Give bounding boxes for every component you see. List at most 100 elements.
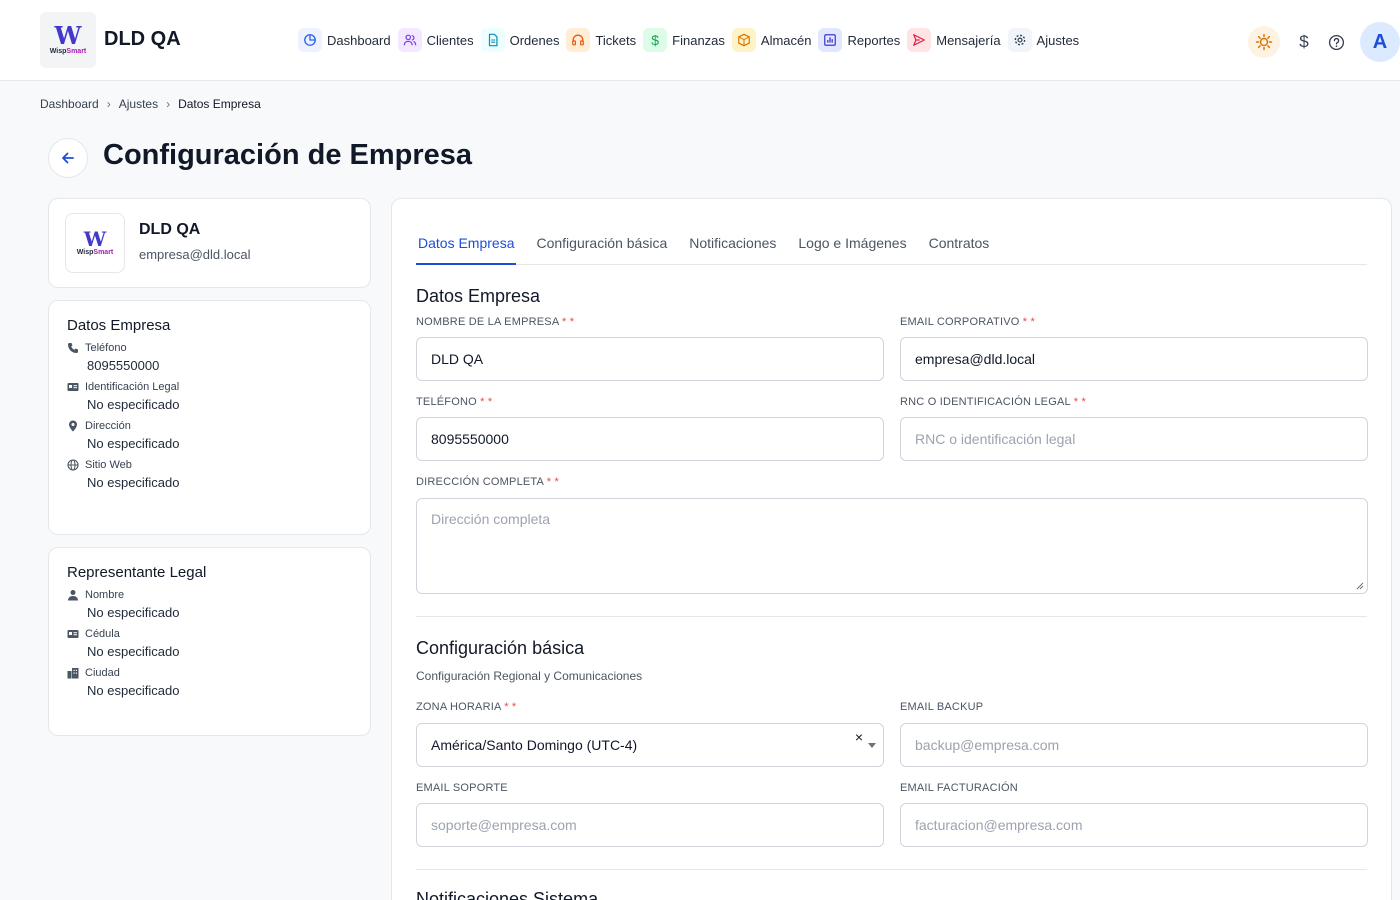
back-button[interactable] <box>48 138 88 178</box>
currency-dollar-icon[interactable]: $ <box>1288 26 1320 58</box>
address-label: DIRECCIÓN COMPLETA * * <box>416 476 559 488</box>
nav-ordenes[interactable]: Ordenes <box>480 28 560 52</box>
company-email: empresa@dld.local <box>139 247 251 262</box>
tab-configuracion-basica[interactable]: Configuración básica <box>534 223 669 265</box>
address-textarea[interactable]: Dirección completa <box>416 498 1368 594</box>
dashboard-icon <box>298 28 322 52</box>
box-icon <box>731 28 756 52</box>
top-navbar: W WispSmart DLD QA Dashboard Clientes Or… <box>0 0 1400 81</box>
info-label: Ciudad <box>85 667 120 679</box>
card-title: Representante Legal <box>67 564 207 581</box>
company-name: DLD QA <box>139 221 201 238</box>
card-title: Datos Empresa <box>67 317 171 334</box>
support-email-input[interactable]: soporte@empresa.com <box>416 803 884 847</box>
breadcrumb-ajustes[interactable]: Ajustes <box>119 97 158 111</box>
app-logo[interactable]: W WispSmart <box>40 12 96 68</box>
backup-email-label: EMAIL BACKUP <box>900 701 984 713</box>
user-avatar[interactable]: A <box>1360 22 1400 62</box>
logo-mark: W <box>83 227 107 251</box>
nav-ajustes[interactable]: Ajustes <box>1007 28 1080 52</box>
phone-icon <box>68 343 78 353</box>
rnc-input[interactable]: RNC o identificación legal <box>900 417 1368 461</box>
nav-label: Finanzas <box>672 32 725 48</box>
nav-dashboard[interactable]: Dashboard <box>298 28 391 52</box>
info-label: Dirección <box>85 420 131 432</box>
section-title-notifications: Notificaciones Sistema <box>416 889 599 900</box>
info-label: Teléfono <box>85 342 127 354</box>
city-icon <box>67 668 79 679</box>
resize-handle-icon[interactable] <box>1356 582 1364 590</box>
chart-icon <box>818 28 843 52</box>
support-email-label: EMAIL SOPORTE <box>416 782 508 794</box>
nav-label: Ajustes <box>1036 32 1080 48</box>
document-icon <box>480 28 505 52</box>
billing-email-label: EMAIL FACTURACIÓN <box>900 782 1018 794</box>
section-title-basic: Configuración básica <box>416 638 585 658</box>
topbar-actions: $ A <box>1248 22 1400 62</box>
nav-label: Dashboard <box>327 32 391 48</box>
info-label: Sitio Web <box>85 459 132 471</box>
nav-finanzas[interactable]: $ Finanzas <box>643 28 725 52</box>
info-label: Nombre <box>85 589 125 601</box>
info-value: 8095550000 <box>87 358 160 373</box>
company-name-input[interactable]: DLD QA <box>416 337 884 381</box>
help-icon[interactable] <box>1320 26 1352 58</box>
theme-toggle-sun-icon[interactable] <box>1248 26 1280 58</box>
address-placeholder: Dirección completa <box>431 511 551 527</box>
info-label: Identificación Legal <box>85 381 180 393</box>
gear-icon <box>1007 28 1032 52</box>
info-row-legal-id: Identificación Legal No especificado <box>67 381 352 412</box>
company-profile-card: W WispSmart DLD QA empresa@dld.local <box>48 198 371 288</box>
user-icon <box>68 590 78 601</box>
nav-mensajeria[interactable]: Mensajería <box>907 28 1001 52</box>
info-value: No especificado <box>87 644 180 659</box>
info-row-name: Nombre No especificado <box>67 589 352 620</box>
breadcrumb-dashboard[interactable]: Dashboard <box>40 97 99 111</box>
nav-label: Clientes <box>426 32 474 48</box>
nav-clientes[interactable]: Clientes <box>397 28 474 52</box>
users-icon <box>397 28 422 52</box>
arrow-left-icon <box>62 152 74 164</box>
nav-tickets[interactable]: Tickets <box>566 28 636 52</box>
info-value: No especificado <box>87 397 180 412</box>
billing-email-input[interactable]: facturacion@empresa.com <box>900 803 1368 847</box>
nav-label: Ordenes <box>509 32 560 48</box>
phone-input[interactable]: 8095550000 <box>416 417 884 461</box>
page-title: Configuración de Empresa <box>103 139 473 171</box>
breadcrumb-current: Datos Empresa <box>178 97 261 111</box>
logo-wordmark: WispSmart <box>49 48 87 55</box>
tab-contratos[interactable]: Contratos <box>927 223 992 265</box>
main-nav: Dashboard Clientes Ordenes Tickets $ Fina… <box>298 25 1086 55</box>
info-value: No especificado <box>87 605 180 620</box>
timezone-select[interactable]: América/Santo Domingo (UTC-4) × <box>416 723 884 767</box>
headset-icon <box>566 28 591 52</box>
map-pin-icon <box>69 420 77 432</box>
backup-email-input[interactable]: backup@empresa.com <box>900 723 1368 767</box>
info-row-address: Dirección No especificado <box>67 420 352 451</box>
timezone-value: América/Santo Domingo (UTC-4) <box>431 737 638 753</box>
corporate-email-input[interactable]: empresa@dld.local <box>900 337 1368 381</box>
info-row-cedula: Cédula No especificado <box>67 628 352 659</box>
globe-icon <box>67 459 79 471</box>
nav-label: Reportes <box>847 32 901 48</box>
section-divider <box>416 616 1367 617</box>
info-row-website: Sitio Web No especificado <box>67 459 352 490</box>
chevron-down-icon[interactable] <box>868 743 876 748</box>
section-divider <box>416 869 1367 870</box>
logo-mark: W <box>54 21 82 50</box>
section-title-company: Datos Empresa <box>416 286 541 306</box>
id-card-icon <box>67 630 79 638</box>
send-icon <box>907 28 932 52</box>
company-data-card: Datos Empresa Teléfono 8095550000 Identi… <box>48 300 371 535</box>
nav-almacen[interactable]: Almacén <box>731 28 811 52</box>
chevron-right-icon: › <box>106 97 111 111</box>
tab-logo-imagenes[interactable]: Logo e Imágenes <box>796 223 908 265</box>
logo-wordmark: WispSmart <box>76 249 114 256</box>
nav-label: Tickets <box>595 32 637 48</box>
nav-reportes[interactable]: Reportes <box>818 28 900 52</box>
info-label: Cédula <box>85 628 120 640</box>
clear-icon[interactable]: × <box>855 729 863 745</box>
tab-datos-empresa[interactable]: Datos Empresa <box>416 223 517 265</box>
tab-notificaciones[interactable]: Notificaciones <box>687 223 778 265</box>
info-row-city: Ciudad No especificado <box>67 667 352 698</box>
